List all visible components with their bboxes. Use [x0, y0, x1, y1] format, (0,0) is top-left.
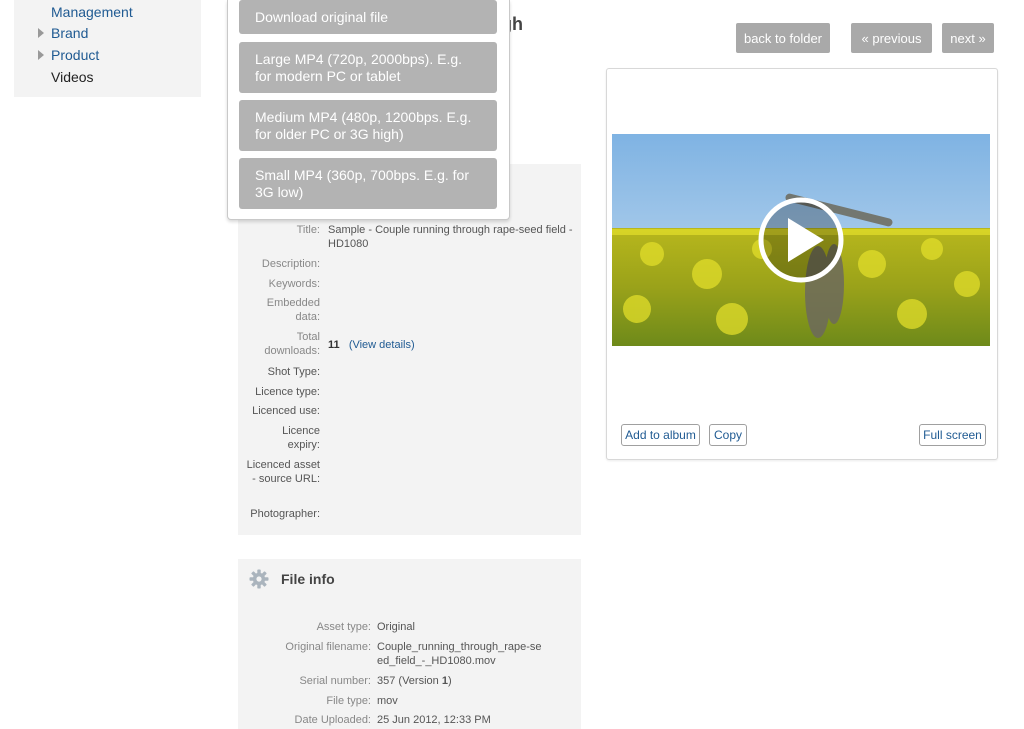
download-large-mp4-item[interactable]: Large MP4 (720p, 2000bps). E.g. for mode…	[239, 42, 497, 93]
licenced-asset-label: Licenced asset - source URL:	[246, 459, 320, 485]
view-details-link[interactable]: (View details)	[349, 339, 415, 351]
file-info-panel: File info Asset type: Original Original …	[238, 559, 581, 729]
keywords-label: Keywords:	[268, 278, 320, 290]
original-filename-label: Original filename:	[285, 641, 371, 653]
sidebar-item-brand[interactable]: Brand	[51, 25, 88, 41]
add-to-album-button[interactable]: Add to album	[621, 424, 700, 446]
download-small-mp4-item[interactable]: Small MP4 (360p, 700bps. E.g. for 3G low…	[239, 158, 497, 209]
date-uploaded-value: 25 Jun 2012, 12:33 PM	[377, 714, 491, 726]
video-card: Add to album Copy Full screen	[606, 68, 998, 460]
serial-number-text: 357 (Version	[377, 675, 442, 687]
description-label: Description:	[261, 258, 320, 270]
expand-arrow-icon[interactable]	[38, 28, 44, 38]
downloads-label: Total downloads:	[264, 331, 320, 357]
back-to-folder-button[interactable]: back to folder	[736, 23, 830, 53]
title-label: Title:	[296, 224, 320, 236]
download-original-item[interactable]: Download original file	[239, 0, 497, 34]
date-uploaded-label: Date Uploaded:	[294, 714, 371, 726]
file-type-label: File type:	[326, 695, 371, 707]
asset-type-value: Original	[377, 621, 415, 633]
download-medium-mp4-item[interactable]: Medium MP4 (480p, 1200bps. E.g. for olde…	[239, 100, 497, 151]
downloads-value-group: 11 (View details)	[328, 338, 578, 352]
full-screen-button[interactable]: Full screen	[919, 424, 986, 446]
serial-number-label: Serial number:	[299, 675, 371, 687]
licenced-use-label: Licenced use:	[252, 405, 320, 417]
serial-number-value: 357 (Version 1)	[377, 674, 452, 688]
sidebar-item-management[interactable]: Management	[51, 4, 133, 20]
licence-expiry-label: Licence expiry:	[282, 425, 320, 451]
video-player[interactable]	[612, 134, 990, 346]
sidebar-item-videos[interactable]: Videos	[51, 69, 94, 85]
downloads-count: 11	[328, 339, 340, 351]
video-thumbnail	[612, 134, 990, 346]
expand-arrow-icon[interactable]	[38, 50, 44, 60]
licence-type-label: Licence type:	[255, 386, 320, 398]
previous-button[interactable]: « previous	[851, 23, 932, 53]
title-value: Sample - Couple running through rape-see…	[328, 224, 573, 250]
next-button[interactable]: next »	[942, 23, 994, 53]
download-menu: Download original file Large MP4 (720p, …	[227, 0, 510, 220]
photographer-label: Photographer:	[250, 508, 320, 520]
gear-icon	[249, 569, 269, 589]
file-type-value: mov	[377, 695, 398, 707]
file-info-heading: File info	[281, 571, 335, 587]
embedded-label: Embedded data:	[266, 297, 320, 323]
copy-button[interactable]: Copy	[709, 424, 747, 446]
asset-type-label: Asset type:	[316, 621, 371, 633]
sidebar: Management Brand Product Videos	[14, 0, 201, 97]
title-row: Title: Sample - Couple running through r…	[238, 223, 578, 253]
shot-type-label: Shot Type:	[267, 366, 320, 378]
original-filename-value: Couple_running_through_rape-seed_field_-…	[377, 641, 542, 667]
serial-close: )	[447, 675, 452, 687]
sidebar-item-product[interactable]: Product	[51, 47, 99, 63]
